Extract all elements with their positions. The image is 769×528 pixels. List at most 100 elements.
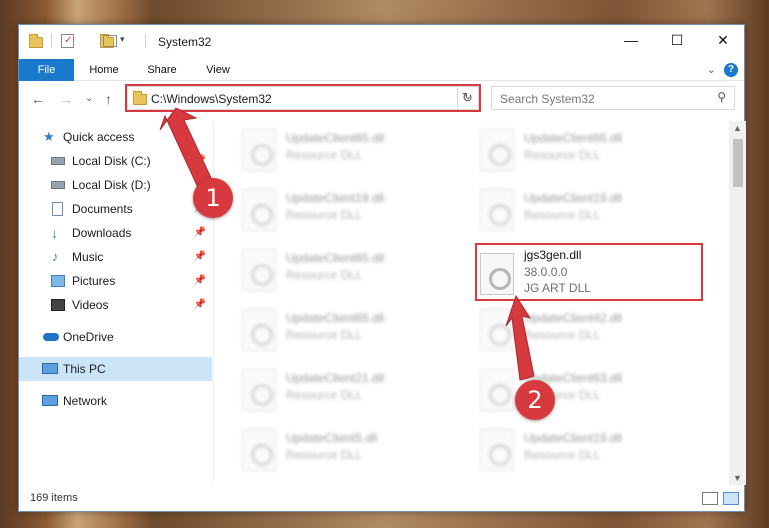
- file-item[interactable]: UpdateClient19.dll Resource DLL: [454, 181, 684, 237]
- sidebar-item-label: Network: [63, 394, 108, 408]
- explorer-window: ✓ ▾ System32 — ☐ ✕ File Home Share View …: [18, 24, 746, 512]
- scroll-thumb[interactable]: [733, 139, 743, 187]
- expand-ribbon-icon[interactable]: ⌄: [707, 63, 716, 76]
- dll-file-icon: [480, 429, 514, 471]
- tab-view[interactable]: View: [195, 59, 241, 81]
- network-icon: [42, 395, 58, 406]
- search-input[interactable]: Search System32 ⚲: [491, 86, 735, 110]
- sidebar-item-quick-access[interactable]: ★ Quick access: [19, 125, 212, 149]
- file-description: Resource DLL: [524, 328, 601, 342]
- file-item[interactable]: UpdateClient19.dll Resource DLL: [454, 421, 684, 477]
- file-description: Resource DLL: [524, 448, 601, 462]
- file-name: UpdateClient65.dll: [286, 131, 385, 145]
- sidebar-item-local-disk-c[interactable]: Local Disk (C:) 📌: [19, 149, 212, 173]
- file-item[interactable]: UpdateClient42.dll Resource DLL: [454, 301, 684, 357]
- sidebar-item-documents[interactable]: Documents 📌: [19, 197, 212, 221]
- drive-icon: [51, 157, 65, 165]
- sidebar-item-videos[interactable]: Videos 📌: [19, 293, 212, 317]
- properties-icon[interactable]: ✓: [61, 34, 74, 48]
- forward-arrow-icon[interactable]: →: [59, 91, 73, 107]
- sidebar-item-label: This PC: [63, 362, 106, 376]
- scroll-up-icon[interactable]: ▲: [729, 123, 746, 133]
- pin-icon[interactable]: 📌: [194, 245, 206, 269]
- pictures-icon: [51, 275, 65, 287]
- sidebar-item-downloads[interactable]: ↓ Downloads 📌: [19, 221, 212, 245]
- sidebar-item-label: Documents: [72, 202, 133, 216]
- file-description: Resource DLL: [524, 208, 601, 222]
- file-item[interactable]: UpdateClient65.dll Resource DLL: [216, 301, 446, 357]
- chevron-down-icon[interactable]: ▾: [120, 34, 125, 50]
- dll-file-icon: [242, 309, 276, 351]
- file-item[interactable]: UpdateClient63.dll Resource DLL: [454, 361, 684, 417]
- pin-icon[interactable]: 📌: [194, 293, 206, 317]
- music-icon: ♪: [52, 249, 59, 264]
- tab-share[interactable]: Share: [139, 59, 185, 81]
- item-count: 169 items: [30, 492, 78, 504]
- download-icon: ↓: [51, 225, 58, 241]
- dll-file-icon: [480, 309, 514, 351]
- sidebar-item-local-disk-d[interactable]: Local Disk (D:): [19, 173, 212, 197]
- up-arrow-icon[interactable]: ↑: [105, 91, 112, 107]
- pin-icon[interactable]: 📌: [194, 269, 206, 293]
- dll-file-icon: [480, 129, 514, 171]
- pin-icon[interactable]: 📌: [194, 149, 206, 173]
- back-arrow-icon[interactable]: ←: [31, 91, 45, 107]
- sidebar-item-label: OneDrive: [63, 330, 114, 344]
- documents-icon: [52, 202, 63, 216]
- file-name: UpdateClient19.dll: [524, 191, 623, 205]
- file-item[interactable]: UpdateClient65.dll Resource DLL: [216, 241, 446, 297]
- sidebar-item-this-pc[interactable]: This PC: [19, 357, 212, 381]
- videos-icon: [51, 299, 65, 311]
- file-name: UpdateClient65.dll: [286, 311, 385, 325]
- pin-icon[interactable]: 📌: [194, 221, 206, 245]
- tab-file[interactable]: File: [19, 59, 74, 81]
- file-item[interactable]: UpdateClient21.dll Resource DLL: [216, 361, 446, 417]
- file-name: UpdateClient5.dll: [286, 431, 378, 445]
- minimize-button[interactable]: —: [608, 25, 654, 55]
- file-item[interactable]: UpdateClient65.dll Resource DLL: [454, 121, 684, 177]
- large-icons-view-icon[interactable]: [723, 492, 739, 505]
- sidebar-item-pictures[interactable]: Pictures 📌: [19, 269, 212, 293]
- address-highlight: [125, 84, 481, 112]
- sidebar-item-onedrive[interactable]: OneDrive: [19, 325, 212, 349]
- sidebar-item-label: Local Disk (D:): [72, 178, 151, 192]
- dll-file-icon: [242, 129, 276, 171]
- search-icon[interactable]: ⚲: [717, 90, 726, 104]
- file-list: UpdateClient65.dll Resource DLL UpdateCl…: [216, 121, 729, 485]
- file-item[interactable]: UpdateClient19.dll Resource DLL: [216, 181, 446, 237]
- help-icon[interactable]: ?: [724, 63, 738, 77]
- dll-file-icon: [480, 189, 514, 231]
- customize-toolbar-icon[interactable]: [103, 35, 117, 47]
- dll-file-icon: [242, 369, 276, 411]
- close-button[interactable]: ✕: [700, 25, 746, 55]
- file-description: Resource DLL: [286, 208, 363, 222]
- search-placeholder: Search System32: [500, 92, 595, 106]
- file-name: UpdateClient19.dll: [286, 191, 385, 205]
- file-item[interactable]: UpdateClient5.dll Resource DLL: [216, 421, 446, 477]
- file-name: UpdateClient42.dll: [524, 311, 623, 325]
- step-2-callout: 2: [515, 380, 555, 420]
- tab-home[interactable]: Home: [81, 59, 127, 81]
- file-name: UpdateClient19.dll: [524, 431, 623, 445]
- vertical-scrollbar[interactable]: ▲ ▼: [729, 121, 746, 485]
- ribbon-tabs: File Home Share View ⌄ ?: [19, 59, 744, 81]
- sidebar-item-music[interactable]: ♪ Music 📌: [19, 245, 212, 269]
- sidebar-item-label: Downloads: [72, 226, 132, 240]
- recent-locations-icon[interactable]: ⌄: [85, 93, 93, 104]
- scroll-down-icon[interactable]: ▼: [729, 473, 746, 483]
- details-view-icon[interactable]: [702, 492, 718, 505]
- file-name: UpdateClient65.dll: [286, 251, 385, 265]
- separator: [145, 34, 146, 48]
- file-description: Resource DLL: [286, 148, 363, 162]
- maximize-button[interactable]: ☐: [654, 25, 700, 55]
- dll-file-icon: [242, 189, 276, 231]
- drive-icon: [51, 181, 65, 189]
- status-bar: 169 items: [19, 487, 744, 511]
- file-name: UpdateClient65.dll: [524, 131, 623, 145]
- file-description: Resource DLL: [524, 148, 601, 162]
- file-item[interactable]: UpdateClient65.dll Resource DLL: [216, 121, 446, 177]
- title-bar: ✓ ▾ System32 — ☐ ✕: [19, 25, 744, 59]
- sidebar-item-label: Videos: [72, 298, 109, 312]
- sidebar-item-network[interactable]: Network: [19, 389, 212, 413]
- step-1-callout: 1: [193, 178, 233, 218]
